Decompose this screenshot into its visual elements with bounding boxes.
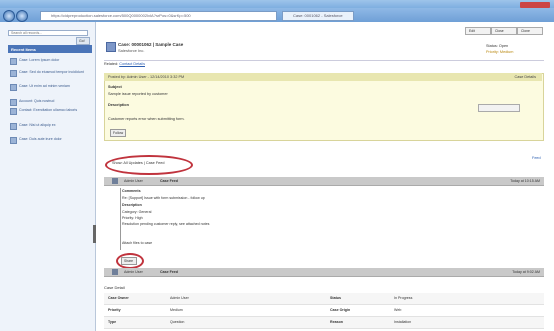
recent-items-title: Recent Items <box>11 47 36 52</box>
post-author: Admin User <box>124 179 143 183</box>
record-title: Case: 00001062 | Sample Case <box>118 42 184 47</box>
top-button-group: Edit Close Clone <box>465 27 543 35</box>
detail-key: Type <box>108 320 117 324</box>
subject-value: Sample issue reported by customer <box>108 92 168 96</box>
case-icon <box>10 70 17 77</box>
forward-icon[interactable] <box>16 10 28 22</box>
search-go-button[interactable]: Go! <box>76 37 90 45</box>
back-icon[interactable] <box>3 10 15 22</box>
post-line: Priority: High <box>122 216 143 220</box>
related-line: Related: Contact Details <box>104 62 145 66</box>
record-subtitle: Salesforce Inc. <box>118 48 145 53</box>
browser-tab[interactable]: Case: 0001062 - Salesforce <box>282 11 354 21</box>
sidebar-item-label: Case: Sed do eiusmod tempor incididunt <box>19 70 84 74</box>
feed-link[interactable]: Feed <box>532 156 541 160</box>
sidebar-item-label: Case: Duis aute irure dolor <box>19 137 62 141</box>
contact-icon <box>10 108 17 115</box>
description-label: Description <box>108 103 129 107</box>
summary-posted-by: Posted by: Admin User - 12/14/2010 3:32 … <box>108 75 185 79</box>
post-divider <box>120 188 121 250</box>
detail-value: Admin User <box>170 296 189 300</box>
sidebar-item-label: Case: Lorem Ipsum dolor <box>19 58 60 62</box>
case-icon <box>10 84 17 91</box>
close-button[interactable]: Close <box>491 27 517 35</box>
detail-value: Installation <box>394 320 412 324</box>
follow-button[interactable]: Follow <box>110 129 126 137</box>
post-line: Category: General <box>122 210 152 214</box>
detail-value: Medium <box>170 308 183 312</box>
sidebar-item-label: Case: Nisi ut aliquip ex <box>19 123 56 127</box>
post-line: Comments <box>122 189 141 193</box>
detail-row: Priority Medium Case Origin Web <box>104 305 544 317</box>
case-record-icon <box>106 42 116 52</box>
post-name: Case Feed <box>160 179 178 183</box>
search-go-label: Go! <box>79 39 85 43</box>
search-input[interactable] <box>8 30 88 36</box>
highlight-circle <box>105 155 193 175</box>
detail-key: Priority <box>108 308 121 312</box>
post-line: Re: [Support] Issue with form submission… <box>122 196 205 200</box>
recent-items-header: Recent Items <box>8 45 92 53</box>
close-button-label: Close <box>495 29 504 33</box>
detail-section-title: Case Detail <box>104 285 125 290</box>
summary-header: Posted by: Admin User - 12/14/2010 3:32 … <box>104 73 542 81</box>
clone-button-label: Clone <box>521 29 530 33</box>
detail-key: Status <box>330 296 341 300</box>
detail-value: Question <box>170 320 185 324</box>
feed-post-header[interactable]: Admin User Case Feed Today at 10:15 AM <box>104 177 544 186</box>
detail-table: Case Owner Admin User Status In Progress… <box>104 293 544 331</box>
post-line: Description <box>122 203 142 207</box>
record-status: Status: Open Priority: Medium <box>486 43 513 55</box>
attach-files-link[interactable]: Attach files to case <box>122 241 152 245</box>
user-icon <box>112 269 118 275</box>
account-icon <box>10 99 17 106</box>
post-author: Admin User <box>124 270 143 274</box>
post-name: Case Feed <box>160 270 178 274</box>
sidebar-item-label: Account: Quis nostrud <box>19 99 55 103</box>
detail-row: Type Question Reason Installation <box>104 317 544 329</box>
user-icon <box>112 178 118 184</box>
post-time: Today at 10:15 AM <box>510 179 540 183</box>
summary-section-title: Case Details <box>514 75 536 79</box>
detail-value: In Progress <box>394 296 413 300</box>
related-label: Related: <box>104 62 119 66</box>
detail-row: Case Owner Admin User Status In Progress <box>104 293 544 305</box>
post-time: Today at 9:02 AM <box>512 270 540 274</box>
sidebar-item-label: Contact: Exercitation ullamco laboris <box>19 108 78 112</box>
priority-line: Priority: Medium <box>486 50 514 54</box>
sidebar <box>0 22 96 331</box>
window-titlebar <box>0 0 554 8</box>
clone-button[interactable]: Clone <box>517 27 543 35</box>
highlight-circle <box>116 253 144 269</box>
summary-field-label: Description <box>108 103 129 107</box>
description-value: Customer reports error when submitting f… <box>108 117 185 121</box>
subject-label: Subject <box>108 85 122 89</box>
post-line: Resolution pending customer reply, see a… <box>122 222 210 226</box>
related-link[interactable]: Contact Details <box>119 62 145 66</box>
tab-title: Case: 0001062 - Salesforce <box>293 13 343 18</box>
case-icon <box>10 137 17 144</box>
edit-button[interactable]: Edit <box>465 27 491 35</box>
summary-field-label: Subject <box>108 85 122 89</box>
feed-post-header[interactable]: Admin User Case Feed Today at 9:02 AM <box>104 268 544 277</box>
summary-action-button[interactable] <box>478 104 520 112</box>
edit-button-label: Edit <box>469 29 475 33</box>
follow-button-label: Follow <box>113 131 124 135</box>
case-icon <box>10 58 17 65</box>
case-icon <box>10 123 17 130</box>
detail-key: Case Owner <box>108 296 129 300</box>
detail-key: Case Origin <box>330 308 351 312</box>
detail-value: Web <box>394 308 402 312</box>
address-bar[interactable]: https://cidpreproduction.salesforce.com/… <box>40 11 277 21</box>
sidebar-item-label: Case: Ut enim ad minim veniam <box>19 84 70 88</box>
url-text: https://cidpreproduction.salesforce.com/… <box>51 13 191 18</box>
detail-key: Reason <box>330 320 343 324</box>
